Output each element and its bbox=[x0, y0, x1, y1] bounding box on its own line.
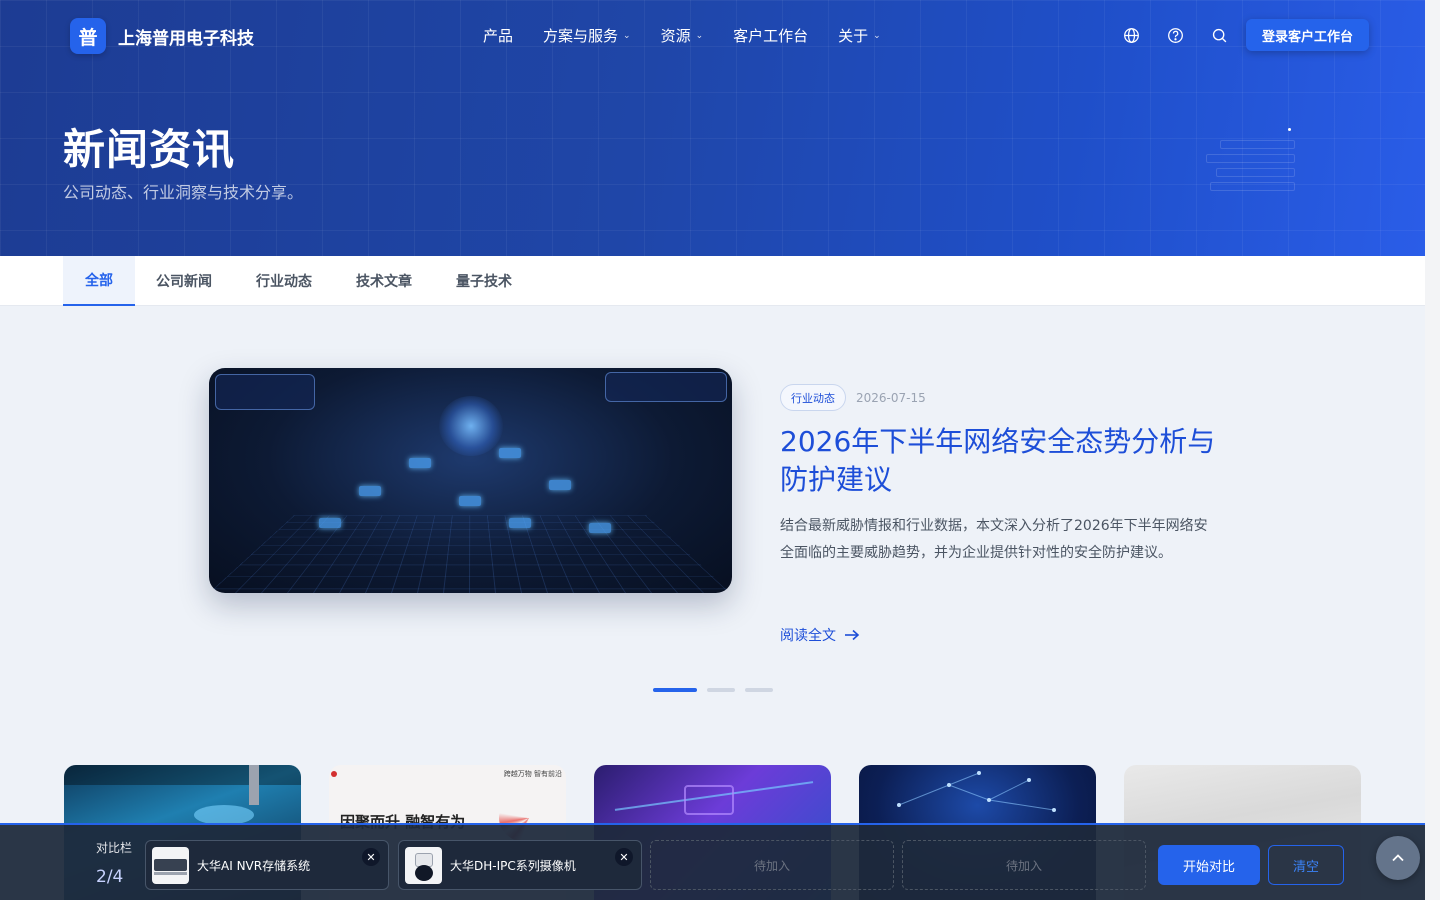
tab-industry[interactable]: 行业动态 bbox=[248, 256, 320, 306]
brand-logo-icon bbox=[331, 771, 337, 777]
help-icon[interactable] bbox=[1166, 26, 1184, 44]
tab-all[interactable]: 全部 bbox=[63, 256, 135, 306]
page-title: 新闻资讯 bbox=[63, 125, 236, 174]
compare-slot[interactable]: 大华AI NVR存储系统 ✕ bbox=[145, 840, 389, 890]
hero-decoration bbox=[1200, 120, 1300, 200]
globe-icon[interactable] bbox=[1122, 26, 1140, 44]
top-nav: 普 上海普用电子科技 产品 方案与服务 ⌄ 资源 ⌄ 客户工作台 关于 ⌄ 登录客户工… bbox=[0, 0, 1425, 70]
arrow-right-icon bbox=[845, 629, 860, 641]
compare-label: 对比栏 bbox=[96, 841, 133, 855]
menu-item-workspace[interactable]: 客户工作台 bbox=[733, 25, 808, 46]
tab-company-news[interactable]: 公司新闻 bbox=[148, 256, 220, 306]
carousel-dot[interactable] bbox=[745, 688, 773, 692]
menu-item-solutions[interactable]: 方案与服务 ⌄ bbox=[543, 25, 631, 46]
compare-slot-empty: 待加入 bbox=[650, 840, 894, 890]
product-name: 大华AI NVR存储系统 bbox=[197, 859, 311, 873]
chevron-down-icon: ⌄ bbox=[695, 30, 704, 41]
clear-compare-button[interactable]: 清空 bbox=[1268, 845, 1344, 885]
brand-name[interactable]: 上海普用电子科技 bbox=[118, 24, 254, 49]
close-icon[interactable]: ✕ bbox=[615, 848, 633, 866]
read-more-link[interactable]: 阅读全文 bbox=[780, 625, 860, 645]
main-menu: 产品 方案与服务 ⌄ 资源 ⌄ 客户工作台 关于 ⌄ bbox=[483, 25, 911, 46]
product-name: 大华DH-IPC系列摄像机 bbox=[450, 859, 576, 873]
product-thumbnail bbox=[152, 847, 189, 884]
featured-article-image[interactable] bbox=[209, 368, 732, 593]
read-more-label: 阅读全文 bbox=[780, 628, 836, 644]
logo-mark[interactable]: 普 bbox=[70, 18, 106, 54]
category-tabs: 全部 公司新闻 行业动态 技术文章 量子技术 bbox=[0, 256, 1425, 306]
menu-item-resources[interactable]: 资源 ⌄ bbox=[661, 25, 704, 46]
compare-bar: 对比栏 2/4 大华AI NVR存储系统 ✕ 大华DH-IPC系列摄像机 ✕ 待… bbox=[0, 823, 1440, 900]
hero-banner: 普 上海普用电子科技 产品 方案与服务 ⌄ 资源 ⌄ 客户工作台 关于 ⌄ 登录客户工… bbox=[0, 0, 1425, 256]
compare-count: 2/4 bbox=[96, 867, 124, 887]
login-workspace-button[interactable]: 登录客户工作台 bbox=[1246, 19, 1369, 51]
page-subtitle: 公司动态、行业洞察与技术分享。 bbox=[63, 183, 304, 202]
chevron-down-icon: ⌄ bbox=[873, 30, 881, 41]
category-badge[interactable]: 行业动态 bbox=[780, 384, 846, 411]
product-thumbnail bbox=[405, 847, 442, 884]
compare-slot[interactable]: 大华DH-IPC系列摄像机 ✕ bbox=[398, 840, 642, 890]
chevron-down-icon: ⌄ bbox=[623, 30, 631, 41]
menu-item-products[interactable]: 产品 bbox=[483, 25, 513, 46]
chevron-up-icon bbox=[1392, 854, 1404, 862]
featured-title[interactable]: 2026年下半年网络安全态势分析与防护建议 bbox=[780, 423, 1220, 499]
card-tagline: 跨越万物 智有前沿 bbox=[503, 770, 562, 778]
search-icon[interactable] bbox=[1210, 26, 1228, 44]
menu-item-about[interactable]: 关于 ⌄ bbox=[838, 25, 881, 46]
featured-description: 结合最新威胁情报和行业数据，本文深入分析了2026年下半年网络安全面临的主要威胁… bbox=[780, 518, 1208, 561]
back-to-top-button[interactable] bbox=[1376, 836, 1420, 880]
tab-tech-articles[interactable]: 技术文章 bbox=[348, 256, 420, 306]
close-icon[interactable]: ✕ bbox=[362, 848, 380, 866]
carousel-dot[interactable] bbox=[707, 688, 735, 692]
publish-date: 2026-07-15 bbox=[856, 391, 926, 405]
compare-slot-empty: 待加入 bbox=[902, 840, 1146, 890]
scrollbar[interactable] bbox=[1425, 0, 1440, 900]
tab-quantum[interactable]: 量子技术 bbox=[448, 256, 520, 306]
start-compare-button[interactable]: 开始对比 bbox=[1158, 845, 1260, 885]
carousel-dot[interactable] bbox=[653, 688, 697, 692]
carousel-indicators bbox=[653, 688, 773, 692]
